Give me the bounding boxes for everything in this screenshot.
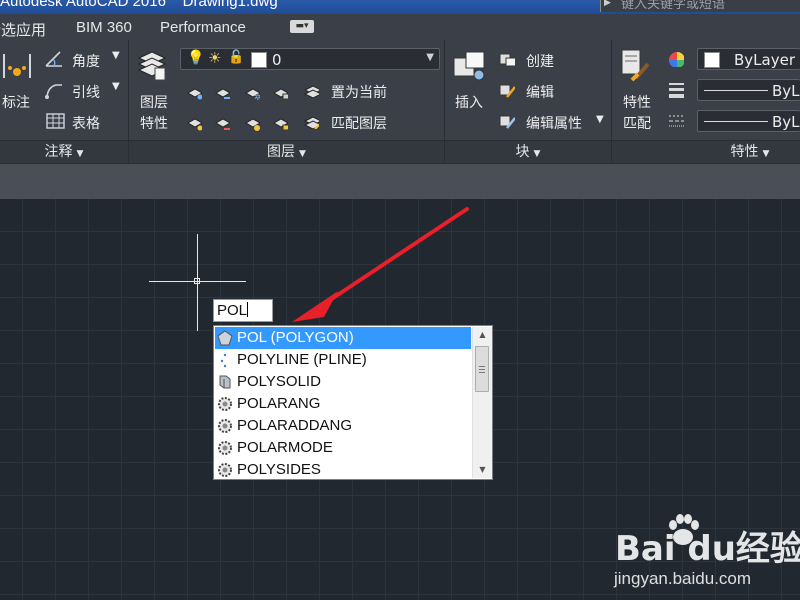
layer-color-swatch[interactable] (251, 52, 267, 68)
block-panel-title: 块 (515, 144, 530, 160)
layer-off-icon[interactable] (186, 84, 202, 100)
lineweight-dropdown[interactable]: ByL (697, 79, 800, 101)
layer-properties-icon[interactable] (137, 46, 167, 82)
create-label[interactable]: 创建 (526, 51, 554, 71)
layers-panel-title: 图层 (267, 144, 296, 160)
search-placeholder: 键入关键字或短语 (621, 0, 726, 12)
layer-isolate-icon[interactable] (214, 84, 230, 100)
leader-dropdown-icon[interactable]: ▼ (112, 81, 120, 92)
properties-panel-footer[interactable]: 特性 ▼ (612, 140, 800, 163)
table-label[interactable]: 表格 (72, 113, 100, 133)
title-bar: Autodesk AutoCAD 2016 Drawing1.dwg ▶ 键入关… (0, 0, 800, 14)
lightbulb-icon[interactable]: 💡 (187, 50, 204, 66)
linetype-dropdown[interactable]: ByL (697, 110, 800, 132)
layers-panel: 图层 特性 💡 ☀ 🔓 0 ▼ ✲ 置为当前 匹配图层 图层 ▼ (129, 40, 445, 163)
table-icon[interactable] (46, 113, 66, 129)
layer-properties-label-2[interactable]: 特性 (140, 113, 168, 133)
layer-thaw-icon[interactable] (244, 115, 260, 131)
tab-performance[interactable]: Performance (160, 19, 246, 36)
search-expand-icon[interactable]: ▶ (604, 0, 611, 8)
layer-dropdown[interactable]: 💡 ☀ 🔓 0 ▼ (180, 48, 440, 70)
edit-label[interactable]: 编辑 (526, 82, 554, 102)
linetype-sample (704, 121, 768, 122)
linetype-icon[interactable] (668, 113, 684, 129)
unlock-icon[interactable]: 🔓 (228, 50, 244, 65)
insert-label[interactable]: 插入 (455, 92, 483, 112)
color-wheel-icon[interactable] (668, 51, 684, 67)
color-swatch (704, 52, 720, 68)
angle-label[interactable]: 角度 (72, 51, 100, 71)
edit-attributes-label[interactable]: 编辑属性 (526, 113, 582, 133)
match-properties-label-1[interactable]: 特性 (623, 92, 651, 112)
lineweight-value: ByL (772, 82, 800, 100)
match-properties-label-2[interactable]: 匹配 (623, 113, 651, 133)
edit-block-icon[interactable] (499, 82, 515, 98)
layer-unisolate-icon[interactable] (214, 115, 230, 131)
color-dropdown[interactable]: ByLayer (697, 48, 800, 70)
dimension-icon[interactable] (0, 48, 34, 82)
leader-label[interactable]: 引线 (72, 82, 100, 102)
annotate-panel: 标注 角度 ▼ 引线 ▼ 表格 注释 ▼ (0, 40, 129, 163)
block-panel-footer[interactable]: 块 ▼ (445, 140, 611, 163)
tab-featured-apps[interactable]: 精选应用 (0, 19, 46, 40)
insert-block-icon[interactable] (452, 48, 488, 82)
layer-unlock-icon[interactable] (272, 115, 288, 131)
angle-dropdown-icon[interactable]: ▼ (112, 50, 120, 61)
properties-panel-title: 特性 (730, 144, 759, 160)
set-current-layer-icon[interactable] (303, 82, 319, 98)
annotate-panel-footer[interactable]: 注释 ▼ (0, 140, 128, 163)
match-layer-label[interactable]: 匹配图层 (331, 113, 387, 133)
layer-properties-label-1[interactable]: 图层 (140, 92, 168, 112)
layer-freeze-icon[interactable]: ✲ (244, 84, 260, 100)
chevron-down-icon: ▼ (533, 149, 541, 159)
ribbon-minimize-toggle-icon[interactable]: ▬▾ (290, 20, 314, 33)
ribbon-tab-row: 精选应用 BIM 360 Performance ▬▾ (0, 14, 800, 41)
leader-icon[interactable] (44, 81, 64, 99)
layers-panel-footer[interactable]: 图层 ▼ (129, 140, 444, 163)
window-title: Autodesk AutoCAD 2016 Drawing1.dwg (0, 0, 278, 10)
tab-bim360[interactable]: BIM 360 (76, 19, 132, 36)
angle-icon[interactable] (44, 50, 64, 68)
color-value: ByLayer (734, 51, 795, 69)
chevron-down-icon: ▼ (76, 149, 84, 159)
lineweight-icon[interactable] (668, 82, 684, 98)
layer-on-icon[interactable] (186, 115, 202, 131)
lineweight-sample (704, 90, 768, 91)
chevron-down-icon[interactable]: ▼ (426, 52, 434, 63)
create-block-icon[interactable] (499, 51, 515, 67)
set-current-label[interactable]: 置为当前 (331, 82, 387, 102)
sun-icon[interactable]: ☀ (208, 49, 221, 67)
match-layer-icon[interactable] (303, 113, 319, 129)
watermark-url: jingyan.baidu.com (614, 569, 752, 588)
annotate-panel-title: 注释 (44, 144, 73, 160)
watermark-logo-text: Bai du经验 (615, 529, 800, 569)
linetype-value: ByL (772, 113, 800, 131)
edit-attributes-dropdown-icon[interactable]: ▼ (596, 114, 604, 125)
chevron-down-icon: ▼ (299, 149, 306, 159)
help-search-box[interactable]: ▶ 键入关键字或短语 (600, 0, 800, 12)
block-panel: 插入 创建 编辑 编辑属性 ▼ 块 ▼ (445, 40, 612, 163)
properties-panel-title-wrap: 特性 ▼ (731, 144, 770, 160)
edit-attributes-icon[interactable] (499, 113, 515, 129)
properties-panel: 特性 匹配 ByLayer ByL ByL 特性 ▼ (612, 40, 800, 163)
layer-lock-icon[interactable] (272, 84, 288, 100)
match-properties-icon[interactable] (620, 48, 652, 82)
current-layer-name: 0 (272, 51, 282, 69)
chevron-down-icon: ▼ (762, 149, 770, 159)
ribbon: 标注 角度 ▼ 引线 ▼ 表格 注释 ▼ 图层 特性 💡 ☀ 🔓 0 ▼ ✲ 置… (0, 40, 800, 163)
dimension-label[interactable]: 标注 (2, 92, 30, 112)
svg-text:✲: ✲ (254, 93, 260, 100)
file-tab-strip (0, 163, 800, 201)
